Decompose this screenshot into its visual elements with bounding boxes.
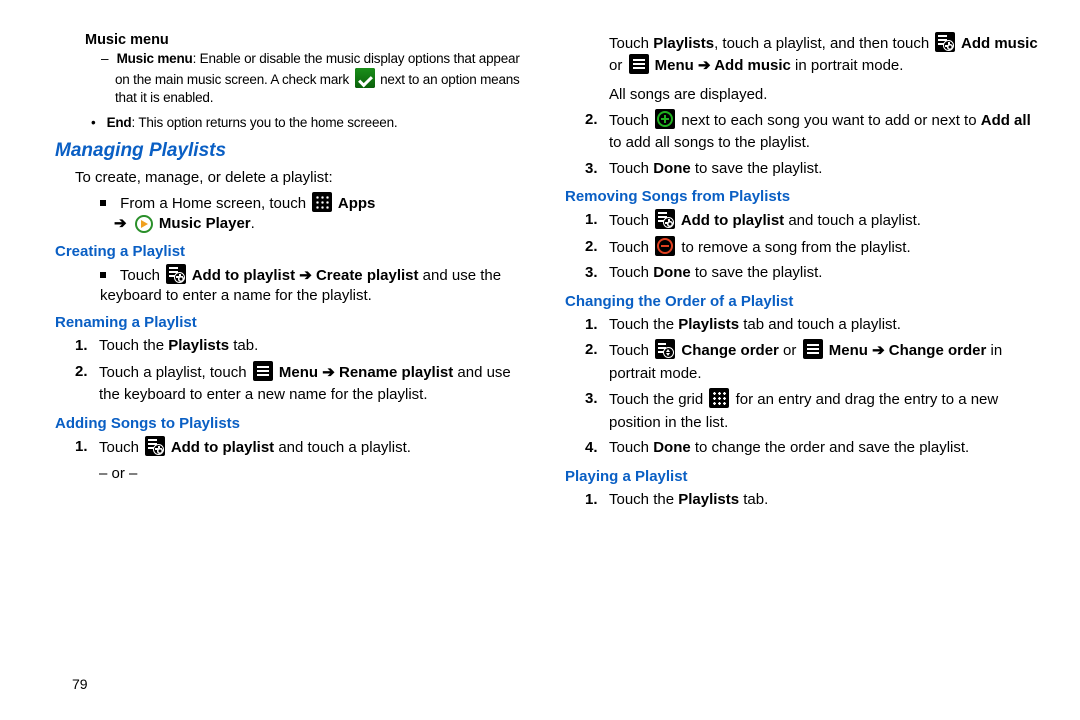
remove-song-icon <box>655 236 675 256</box>
menu-icon <box>253 361 273 381</box>
menu-icon <box>803 339 823 359</box>
music-menu-heading: Music menu <box>85 32 535 48</box>
list-item: Touch Add to playlist and touch a playli… <box>609 209 1045 233</box>
list-item: Touch a playlist, touch Menu ➔ Rename pl… <box>99 361 535 407</box>
list-item: Touch the Playlists tab. <box>609 489 1045 512</box>
document-page: Music menu Music menu: Enable or disable… <box>0 0 1080 720</box>
list-item: Touch Done to change the order and save … <box>609 437 1045 460</box>
add-to-playlist-icon <box>655 209 675 229</box>
renaming-steps: Touch the Playlists tab. Touch a playlis… <box>55 335 535 407</box>
list-item: Touch Add to playlist and touch a playli… <box>99 436 535 486</box>
managing-intro: To create, manage, or delete a playlist: <box>75 168 535 188</box>
music-menu-item: Music menu: Enable or disable the music … <box>115 50 535 108</box>
apps-label: Apps <box>334 195 375 212</box>
adding-steps-cont: Touch next to each song you want to add … <box>565 109 1045 181</box>
text-pre: Touch <box>120 267 164 284</box>
music-player-icon <box>135 215 153 233</box>
renaming-playlist-heading: Renaming a Playlist <box>55 314 535 331</box>
music-player-label: Music Player <box>155 215 251 232</box>
adding-steps: Touch Add to playlist and touch a playli… <box>55 436 535 486</box>
add-music-icon <box>935 32 955 52</box>
removing-steps: Touch Add to playlist and touch a playli… <box>565 209 1045 285</box>
right-column: Touch Playlists, touch a playlist, and t… <box>565 30 1045 710</box>
order-steps: Touch the Playlists tab and touch a play… <box>565 314 1045 460</box>
change-order-icon <box>655 339 675 359</box>
adding-songs-heading: Adding Songs to Playlists <box>55 415 535 432</box>
list-item: Touch the grid for an entry and drag the… <box>609 388 1045 434</box>
end-item: End: This option returns you to the home… <box>105 114 535 132</box>
list-item: Touch the Playlists tab and touch a play… <box>609 314 1045 337</box>
removing-songs-heading: Removing Songs from Playlists <box>565 188 1045 205</box>
changing-order-heading: Changing the Order of a Playlist <box>565 293 1045 310</box>
bold: Add to playlist ➔ Create playlist <box>188 267 418 284</box>
add-to-playlist-icon <box>166 264 186 284</box>
or-text: – or – <box>99 463 535 486</box>
grid-handle-icon <box>709 388 729 408</box>
list-item: Touch to remove a song from the playlist… <box>609 236 1045 260</box>
left-column: Music menu Music menu: Enable or disable… <box>55 30 535 710</box>
menu-icon <box>629 54 649 74</box>
add-to-playlist-icon <box>145 436 165 456</box>
creating-playlist-heading: Creating a Playlist <box>55 243 535 260</box>
managing-playlists-heading: Managing Playlists <box>55 140 535 162</box>
creating-step: Touch Add to playlist ➔ Create playlist … <box>100 264 535 307</box>
apps-icon <box>312 192 332 212</box>
list-item: Touch Done to save the playlist. <box>609 158 1045 181</box>
playing-playlist-heading: Playing a Playlist <box>565 468 1045 485</box>
text: : This option returns you to the home sc… <box>131 115 397 130</box>
add-song-icon <box>655 109 675 129</box>
continuation-step: Touch Playlists, touch a playlist, and t… <box>609 32 1045 77</box>
list-item: Touch the Playlists tab. <box>99 335 535 358</box>
list-item: Touch Change order or Menu ➔ Change orde… <box>609 339 1045 385</box>
text-pre: From a Home screen, touch <box>120 195 310 212</box>
from-home-step: From a Home screen, touch Apps ➔ Music P… <box>100 192 535 235</box>
list-item: Touch next to each song you want to add … <box>609 109 1045 155</box>
label: Music menu <box>117 51 193 66</box>
arrow-icon: ➔ <box>114 215 127 232</box>
checkmark-icon <box>355 68 375 88</box>
playing-steps: Touch the Playlists tab. <box>565 489 1045 512</box>
all-songs-text: All songs are displayed. <box>609 85 1045 105</box>
page-number: 79 <box>72 676 88 692</box>
label: End <box>107 115 132 130</box>
list-item: Touch Done to save the playlist. <box>609 262 1045 285</box>
